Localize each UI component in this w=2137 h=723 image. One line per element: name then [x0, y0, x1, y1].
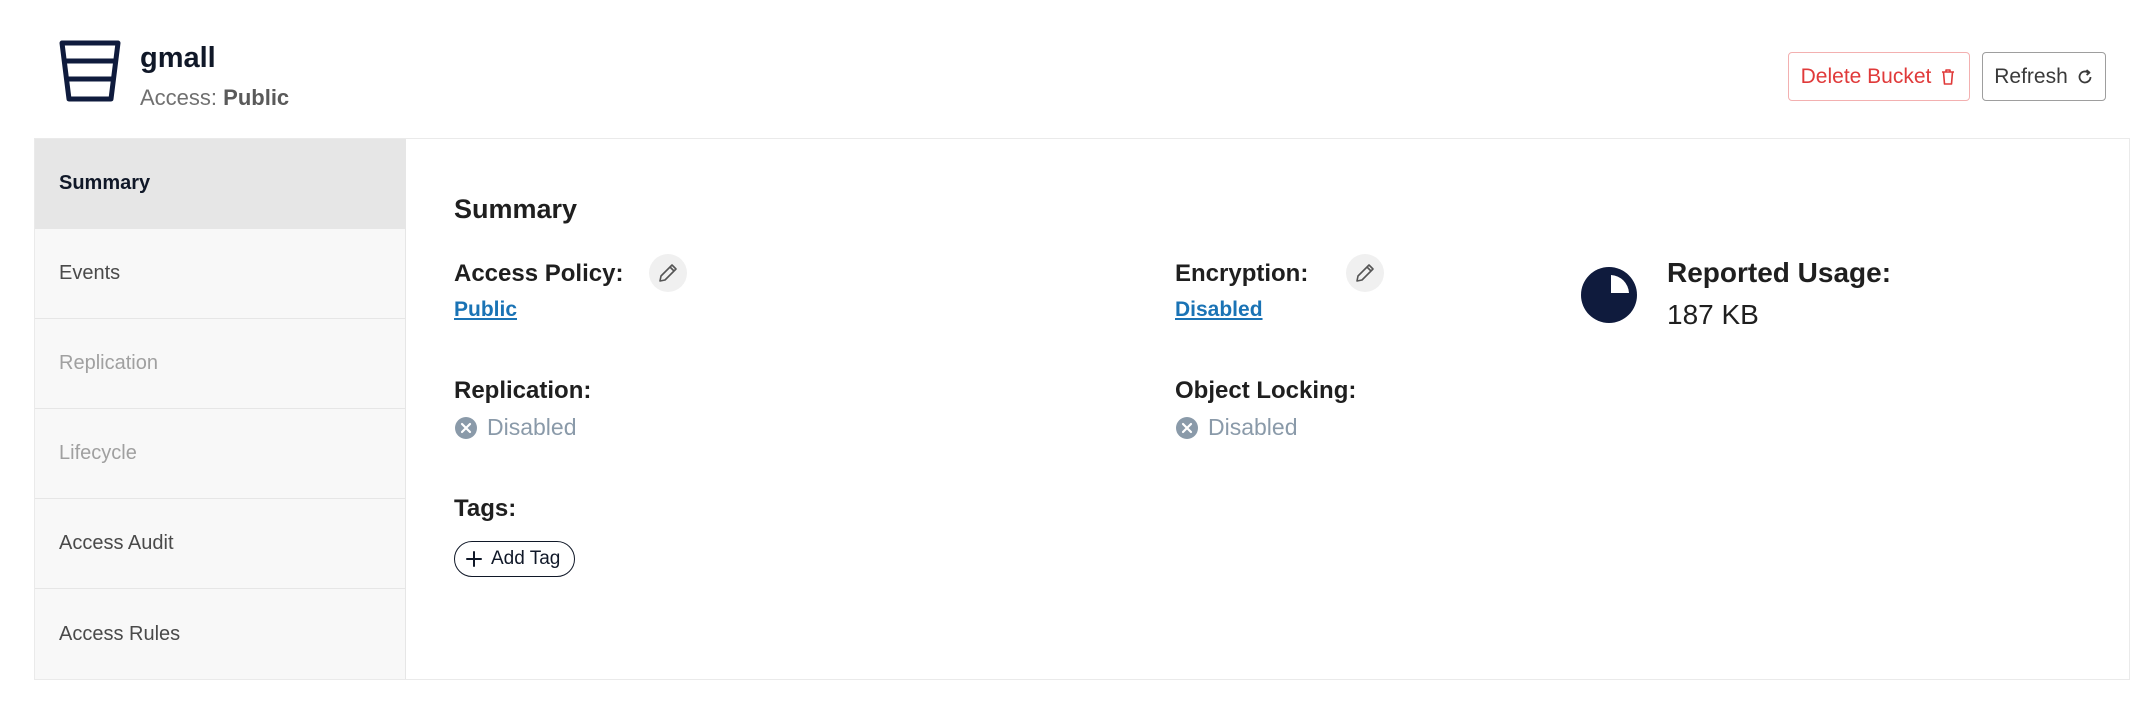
bucket-sidebar: Summary Events Replication Lifecycle Acc…	[35, 139, 406, 679]
access-policy-link[interactable]: Public	[454, 298, 517, 322]
bucket-details-panel: Summary Events Replication Lifecycle Acc…	[34, 138, 2130, 680]
summary-content: Summary Access Policy: Public Encryption…	[407, 139, 2129, 679]
refresh-button[interactable]: Refresh	[1982, 52, 2106, 101]
replication-status-text: Disabled	[487, 414, 577, 440]
refresh-icon	[2078, 68, 2092, 83]
edit-access-policy-button[interactable]	[649, 254, 687, 292]
bucket-name: gmall	[140, 42, 216, 74]
pencil-icon	[659, 264, 677, 282]
access-label: Access:	[140, 85, 218, 110]
access-policy-label: Access Policy:	[454, 260, 624, 287]
add-tag-label: Add Tag	[491, 548, 561, 569]
sidebar-item-replication: Replication	[35, 319, 405, 409]
sidebar-item-summary[interactable]: Summary	[35, 139, 405, 229]
bucket-icon	[59, 40, 121, 102]
object-locking-label: Object Locking:	[1175, 377, 1357, 404]
object-locking-status: Disabled	[1175, 414, 1298, 441]
add-tag-button[interactable]: Add Tag	[454, 541, 576, 577]
sidebar-item-access-rules[interactable]: Access Rules	[35, 589, 405, 679]
encryption-link[interactable]: Disabled	[1175, 298, 1263, 322]
pencil-icon	[1356, 264, 1374, 282]
trash-icon	[1942, 68, 1955, 85]
x-circle-icon	[1176, 416, 1198, 439]
bucket-header: gmall Access: Public Delete Bucket Refre…	[0, 0, 2137, 138]
pie-chart-icon	[1581, 267, 1637, 323]
object-locking-status-text: Disabled	[1208, 414, 1298, 440]
bucket-access-info: Access: Public	[140, 85, 289, 111]
reported-usage-label: Reported Usage:	[1667, 257, 1892, 288]
access-value: Public	[223, 85, 290, 110]
sidebar-item-events[interactable]: Events	[35, 229, 405, 319]
replication-status: Disabled	[454, 414, 577, 441]
sidebar-item-lifecycle: Lifecycle	[35, 409, 405, 499]
refresh-label: Refresh	[1994, 64, 2068, 88]
delete-bucket-label: Delete Bucket	[1800, 64, 1932, 88]
tags-label: Tags:	[454, 495, 517, 522]
x-circle-icon	[455, 416, 477, 439]
sidebar-item-access-audit[interactable]: Access Audit	[35, 499, 405, 589]
replication-label: Replication:	[454, 377, 592, 404]
delete-bucket-button[interactable]: Delete Bucket	[1788, 52, 1970, 101]
encryption-label: Encryption:	[1175, 260, 1309, 287]
edit-encryption-button[interactable]	[1346, 254, 1384, 292]
plus-icon	[466, 551, 482, 567]
section-title: Summary	[454, 194, 578, 224]
reported-usage-value: 187 KB	[1667, 299, 1759, 330]
